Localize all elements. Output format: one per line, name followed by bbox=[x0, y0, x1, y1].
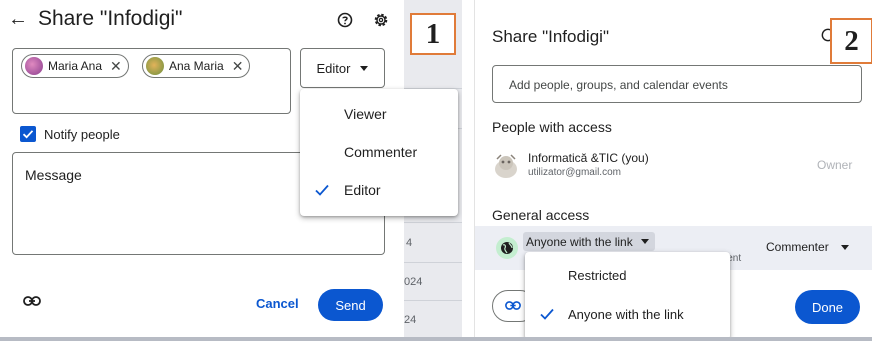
menu-item-restricted[interactable]: Restricted bbox=[525, 255, 730, 295]
done-button[interactable]: Done bbox=[795, 290, 860, 324]
send-button[interactable]: Send bbox=[318, 289, 383, 321]
general-access-menu: Restricted Anyone with the link bbox=[525, 252, 730, 340]
help-icon[interactable] bbox=[337, 12, 353, 28]
remove-close-icon[interactable]: ✕ bbox=[232, 58, 244, 75]
owner-avatar bbox=[493, 153, 519, 179]
back-arrow-icon[interactable]: ← bbox=[8, 8, 28, 31]
role-menu: Viewer Commenter Editor bbox=[300, 89, 458, 216]
background-cell: 4 bbox=[406, 237, 413, 249]
step-number-badge: 1 bbox=[410, 13, 456, 55]
link-role-dropdown[interactable]: Commenter bbox=[766, 240, 849, 254]
panel-divider bbox=[462, 0, 474, 341]
globe-icon bbox=[496, 237, 518, 259]
settings-gear-icon[interactable] bbox=[372, 11, 390, 29]
share-dialog-general-access-panel: Share "Infodigi" 2 Add people, groups, a… bbox=[474, 0, 872, 341]
message-placeholder: Message bbox=[25, 167, 82, 183]
background-cell: 24 bbox=[404, 314, 417, 326]
cancel-button[interactable]: Cancel bbox=[256, 296, 299, 311]
chevron-down-icon bbox=[640, 239, 649, 244]
background-cell: 024 bbox=[404, 276, 423, 288]
recipient-chip[interactable]: Ana Maria ✕ bbox=[142, 54, 251, 78]
notify-label: Notify people bbox=[44, 127, 120, 142]
link-role-label: Commenter bbox=[766, 240, 829, 254]
menu-item-label: Anyone with the link bbox=[568, 307, 684, 322]
menu-item-anyone-with-link[interactable]: Anyone with the link bbox=[525, 294, 730, 334]
menu-item-viewer[interactable]: Viewer bbox=[300, 95, 458, 133]
remove-close-icon[interactable]: ✕ bbox=[110, 58, 122, 75]
owner-name: Informatică &TIC (you) bbox=[528, 151, 649, 165]
recipient-name: Ana Maria bbox=[169, 59, 224, 73]
avatar bbox=[25, 57, 43, 75]
dialog-title: Share "Infodigi" bbox=[492, 27, 609, 46]
avatar bbox=[146, 57, 164, 75]
recipient-chip[interactable]: Maria Ana ✕ bbox=[21, 54, 129, 78]
menu-item-label: Restricted bbox=[568, 268, 627, 283]
link-access-dropdown[interactable]: Anyone with the link bbox=[523, 232, 655, 251]
menu-item-label: Editor bbox=[344, 182, 381, 198]
check-icon bbox=[22, 130, 34, 139]
chevron-down-icon bbox=[840, 244, 849, 250]
role-dropdown-button[interactable]: Editor bbox=[300, 48, 385, 88]
bottom-edge bbox=[0, 337, 872, 341]
recipient-name: Maria Ana bbox=[48, 59, 103, 73]
general-access-heading: General access bbox=[492, 207, 590, 223]
link-icon bbox=[505, 301, 521, 310]
share-dialog-editor-panel: 4 024 24 ← Share "Infodigi" Maria Ana ✕ … bbox=[0, 0, 462, 341]
menu-item-label: Commenter bbox=[344, 144, 418, 160]
menu-item-label: Viewer bbox=[344, 106, 387, 122]
owner-role-label: Owner bbox=[817, 158, 853, 172]
add-people-placeholder: Add people, groups, and calendar events bbox=[509, 78, 728, 92]
chevron-down-icon bbox=[360, 65, 369, 71]
dialog-title: Share "Infodigi" bbox=[38, 7, 183, 30]
menu-item-commenter[interactable]: Commenter bbox=[300, 133, 458, 171]
copy-link-icon[interactable] bbox=[23, 295, 41, 307]
owner-email: utilizator@gmail.com bbox=[528, 167, 621, 178]
notify-checkbox[interactable] bbox=[20, 126, 36, 142]
recipients-field[interactable]: Maria Ana ✕ Ana Maria ✕ bbox=[12, 48, 291, 114]
people-with-access-heading: People with access bbox=[492, 119, 612, 135]
menu-item-editor[interactable]: Editor bbox=[300, 171, 458, 209]
checkmark-icon bbox=[314, 183, 330, 197]
link-access-label: Anyone with the link bbox=[526, 234, 633, 249]
step-number-badge: 2 bbox=[830, 18, 872, 64]
role-label: Editor bbox=[316, 60, 351, 76]
checkmark-icon bbox=[539, 307, 555, 321]
